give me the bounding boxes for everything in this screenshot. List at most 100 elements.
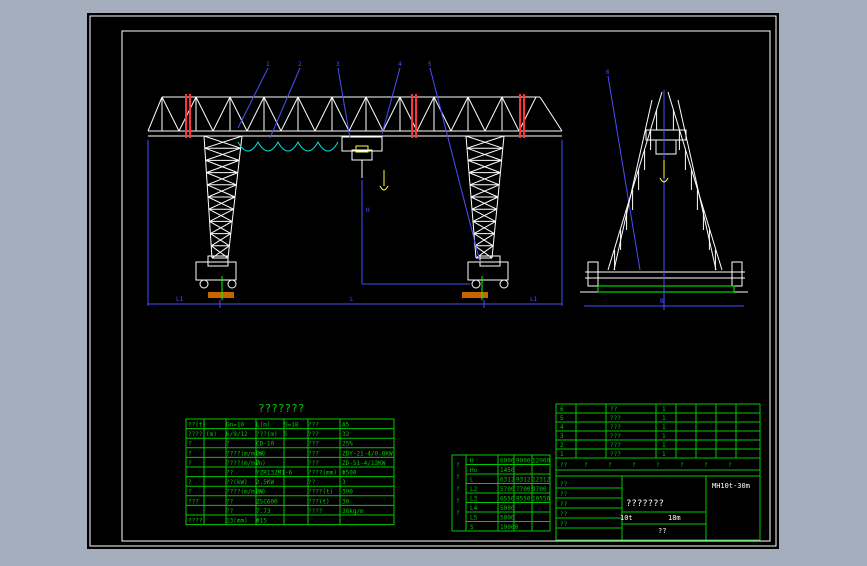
part-cell: 1 — [662, 424, 666, 431]
dim-cell: 7700 — [516, 486, 531, 493]
sign-cell: ?? — [560, 491, 568, 498]
dim-cell: 9312 — [516, 477, 531, 484]
param-cell: ? — [188, 460, 192, 467]
param-cell: Φ500 — [342, 470, 357, 477]
part-cell: 1 — [662, 415, 666, 422]
dim-cell: 5000 — [500, 505, 515, 512]
param-cell: 20 — [256, 450, 264, 457]
drawing-number: MH10t-30m — [712, 482, 750, 490]
part-cell: ?? — [610, 406, 618, 413]
sign-cell: ?? — [560, 521, 568, 528]
dim-side-width: B — [660, 298, 664, 305]
param-cell: 6/9/12 — [226, 431, 248, 438]
part-cell: 1 — [662, 406, 666, 413]
param-cell: ?? — [308, 479, 316, 486]
param-cell: L(m) — [256, 422, 270, 429]
drawing-sheet — [87, 13, 779, 549]
part-cell: ??? — [610, 442, 621, 449]
drawing-canvas: L1 L L1 H B 1 2 3 4 56 ??????? ??(t) Gn=10 L(m… — [87, 13, 779, 549]
param-cell: ?? — [226, 470, 234, 477]
param-cell: ???? — [188, 518, 203, 525]
param-cell: ??? — [308, 460, 319, 467]
param-cell: ? — [188, 441, 192, 448]
param-cell: 20 — [256, 489, 264, 496]
dim-cell: L4 — [470, 505, 478, 512]
part-cell: 1 — [560, 451, 564, 458]
sign-cell: ?? — [560, 501, 568, 508]
dim-span: L — [350, 296, 354, 303]
dim-side-label: ? — [456, 462, 460, 469]
span-label: 18m — [668, 514, 681, 522]
param-cell: ???? — [308, 508, 323, 515]
dim-side-label: ? — [456, 474, 460, 481]
param-cell: 38kg/m — [342, 508, 364, 515]
footer-label: ?? — [658, 527, 666, 535]
param-cell: ??(kW) — [226, 479, 248, 486]
balloon-6: 6 — [606, 69, 610, 76]
param-cell: 30 — [342, 498, 350, 505]
param-cell: ? — [226, 441, 230, 448]
dim-side-label: ? — [456, 510, 460, 517]
dim-cell: 5700 — [500, 486, 515, 493]
part-cell: 3 — [560, 433, 564, 440]
sign-cell: ?? — [560, 511, 568, 518]
balloon-2: 2 — [298, 61, 302, 68]
param-cell: 7 — [256, 460, 260, 467]
cad-viewport[interactable]: L1 L L1 H B 123456 ??????? ??(t) Gn=10 L(m… — [0, 0, 867, 562]
header-cell: ? — [608, 462, 612, 469]
param-cell: ??(t) — [188, 422, 206, 429]
drawing-name: ??????? — [626, 499, 664, 509]
param-cell: A5 — [342, 422, 350, 429]
header-cell: ? — [704, 462, 708, 469]
param-cell: ? — [188, 479, 192, 486]
dim-cell: L2 — [470, 486, 478, 493]
param-cell: ????(mm) — [308, 470, 337, 477]
param-cell: S=18 — [284, 422, 299, 429]
scale-label: 10t — [620, 514, 633, 522]
dim-cell: S — [470, 524, 474, 531]
param-cell: 32 — [342, 431, 350, 438]
part-cell: ??? — [610, 433, 621, 440]
dim-cell: 9000 — [516, 458, 531, 465]
param-cell: ??? — [308, 431, 319, 438]
dim-cell: L5 — [470, 515, 478, 522]
param-cell: ZD-51-4/13KW — [342, 460, 386, 467]
header-cell: ? — [584, 462, 588, 469]
param-cell: Φ15 — [256, 518, 267, 525]
dim-cell: 6550 — [500, 496, 515, 503]
param-cell: ZSC600 — [256, 498, 278, 505]
dim-left-offset: L1 — [176, 296, 184, 303]
param-cell: ??? — [308, 441, 319, 448]
dim-cell: 10550 — [532, 496, 550, 503]
param-cell: ????(t) — [308, 489, 333, 496]
param-cell: ?? — [226, 508, 234, 515]
param-cell: CD-10 — [256, 441, 274, 448]
header-cell: ? — [632, 462, 636, 469]
dim-cell: 1450 — [500, 467, 515, 474]
sign-cell: ?? — [560, 481, 568, 488]
balloon-4: 4 — [398, 61, 402, 68]
dim-cell: H — [470, 458, 474, 465]
dim-side-label: ? — [456, 486, 460, 493]
part-cell: ??? — [610, 451, 621, 458]
dim-cell: 8550 — [516, 496, 531, 503]
dim-side-label: ? — [456, 498, 460, 505]
param-cell: ? — [188, 489, 192, 496]
balloon-5: 5 — [428, 61, 432, 68]
param-cell: ??? — [308, 450, 319, 457]
param-cell: 5 — [284, 431, 288, 438]
part-cell: 6 — [560, 406, 564, 413]
header-cell: ? — [728, 462, 732, 469]
part-cell: 2 — [560, 442, 564, 449]
dim-cell: 12312 — [532, 477, 550, 484]
dim-cell: 5000 — [500, 515, 515, 522]
header-cell: ? — [680, 462, 684, 469]
dim-height: H — [366, 207, 370, 214]
balloon-3: 3 — [336, 61, 340, 68]
part-cell: ??? — [610, 424, 621, 431]
balloon-1: 1 — [266, 61, 270, 68]
header-cell: ? — [656, 462, 660, 469]
param-cell: ? — [188, 450, 192, 457]
dim-right-offset: L1 — [530, 296, 538, 303]
param-cell: ZDY-21-4/0.8KW — [342, 450, 393, 457]
